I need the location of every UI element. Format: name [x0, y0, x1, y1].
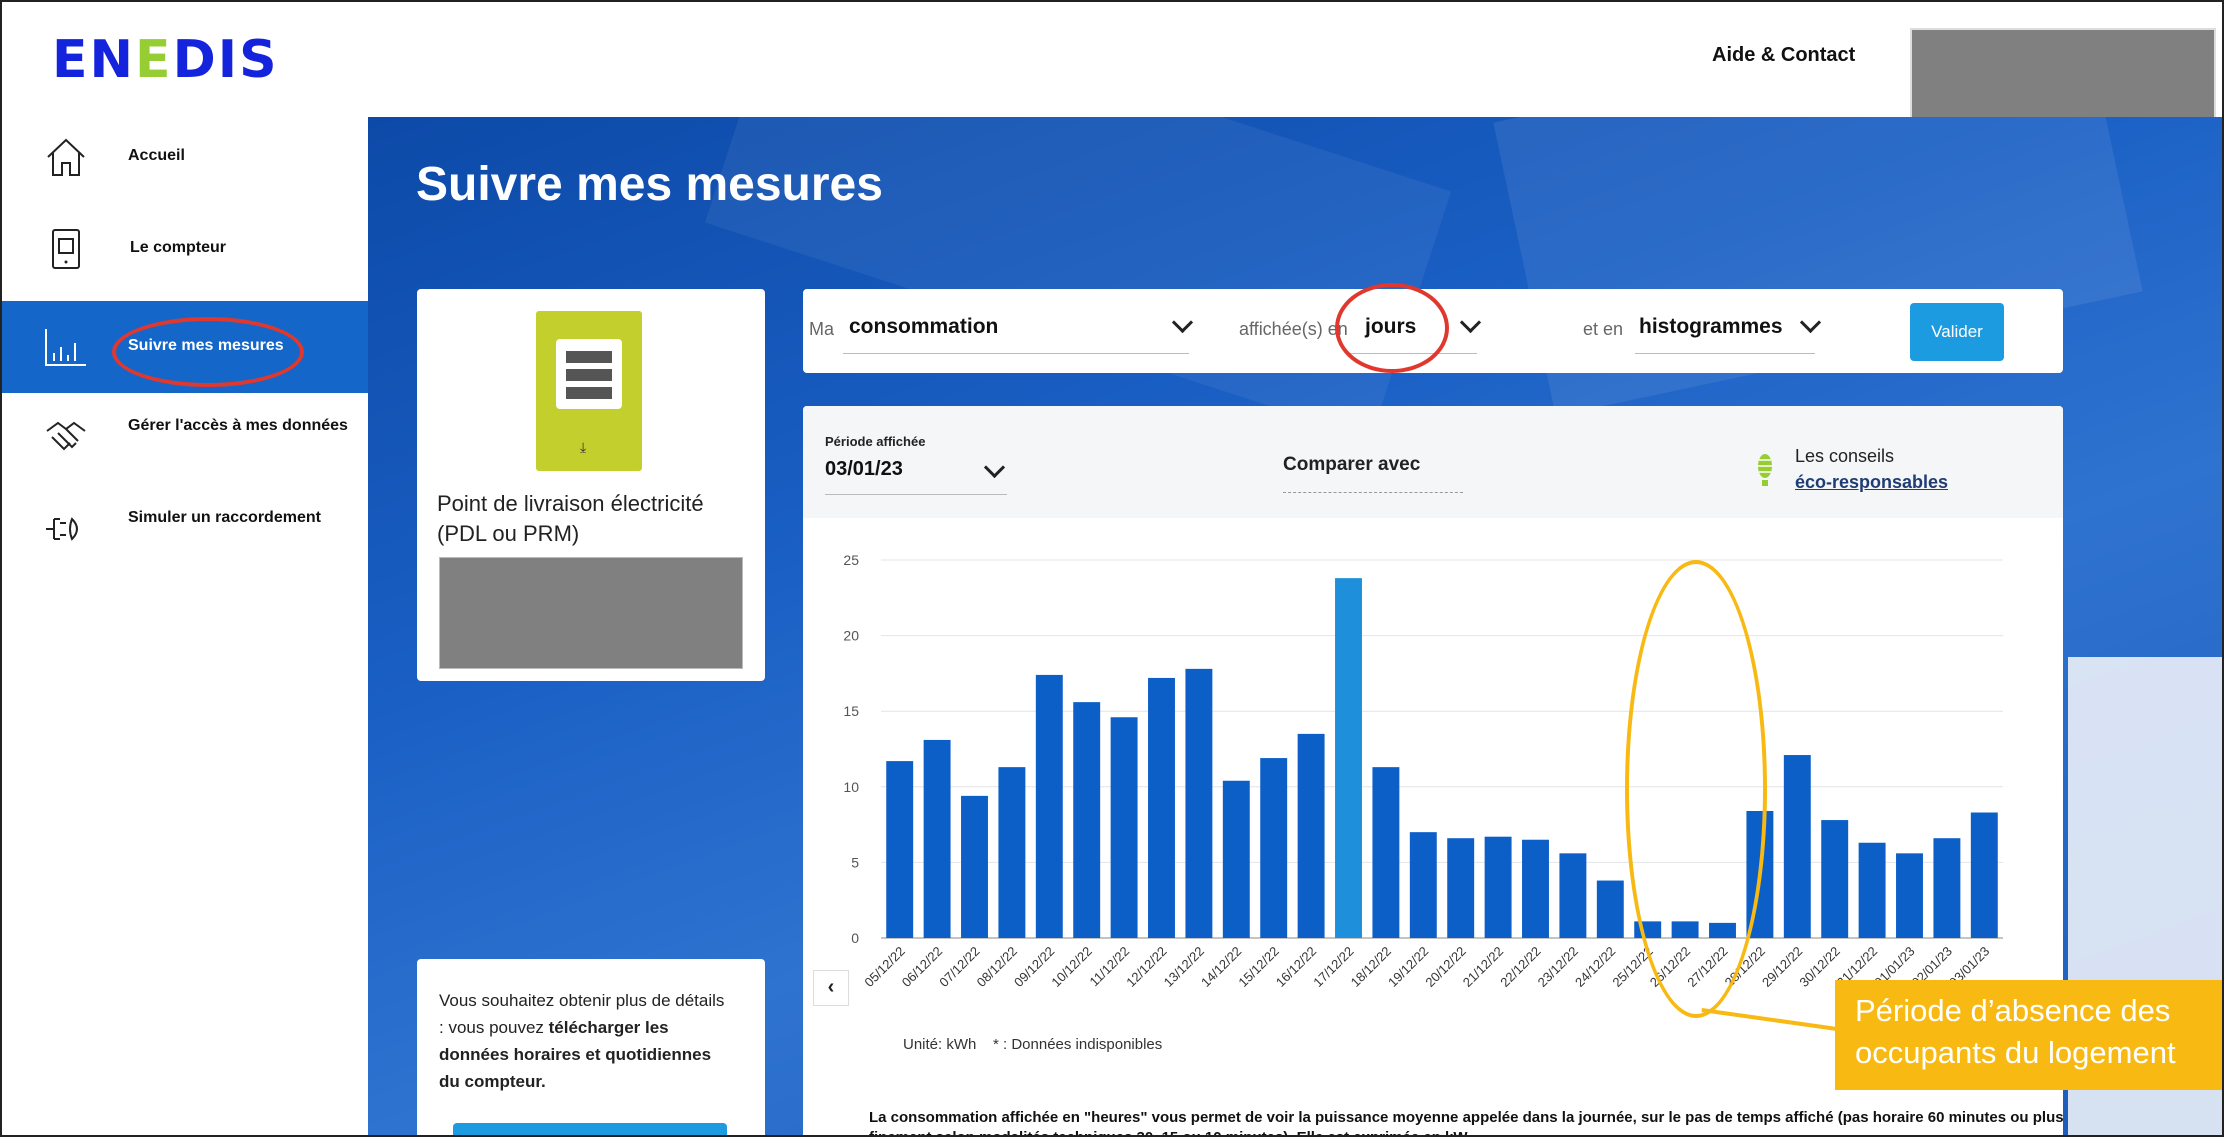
logo-part-right: DIS [172, 30, 279, 90]
sidebar-item-label: Le compteur [130, 239, 227, 256]
chart-bar[interactable] [1409, 832, 1437, 938]
chevron-down-icon[interactable] [983, 456, 1006, 479]
download-info-card: Vous souhaitez obtenir plus de détails :… [417, 959, 765, 1135]
chart-bar[interactable] [1559, 853, 1587, 938]
validate-button[interactable]: Valider [1910, 303, 2004, 361]
pdl-label: Point de livraison électricité (PDL ou P… [437, 491, 704, 546]
chart-bar[interactable] [1073, 702, 1101, 938]
no-data-note: * : Données indisponibles [993, 1036, 1163, 1053]
plug-icon [46, 517, 78, 541]
chart-bar[interactable] [1783, 755, 1811, 938]
meter-screen-bar [566, 369, 612, 381]
sidebar-item-label: Accueil [128, 147, 185, 164]
chart-bar[interactable] [1896, 853, 1923, 938]
sidebar-item-raccordement[interactable]: Simuler un raccordement [2, 489, 368, 569]
page-title: Suivre mes mesures [416, 158, 883, 211]
download-button[interactable] [453, 1123, 727, 1135]
metric-select-value[interactable]: consommation [849, 315, 998, 339]
conseils-label: Les conseils [1795, 446, 1895, 466]
enedis-logo[interactable]: ENEDIS [52, 30, 279, 90]
meter-screen [556, 339, 622, 409]
chart-bar[interactable] [1933, 838, 1961, 938]
chart-bar[interactable] [1372, 767, 1400, 938]
chevron-down-icon[interactable] [1171, 311, 1194, 334]
logo-part-left: EN [52, 30, 136, 90]
metric-select-underline [843, 353, 1189, 354]
red-annotation-ellipse-jours [1335, 283, 1449, 373]
sidebar-item-compteur[interactable]: Le compteur [2, 209, 368, 289]
meter-screen-bar [566, 351, 612, 363]
chevron-down-icon[interactable] [1459, 311, 1482, 334]
chart-bar[interactable] [1596, 880, 1624, 938]
chart-bar[interactable] [1447, 838, 1475, 938]
pdl-card: ⤓ Point de livraison électricité (PDL ou… [417, 289, 765, 681]
eten-label: et en [1583, 319, 1624, 339]
home-icon [47, 138, 85, 176]
chevron-down-icon[interactable] [1799, 311, 1822, 334]
chart-bar[interactable] [1858, 842, 1886, 938]
chart-kind-select-underline [1635, 353, 1815, 354]
unit-note: Unité: kWh [903, 1036, 977, 1053]
bar-chart-icon [45, 329, 86, 366]
periode-label: Période affichée [825, 434, 926, 449]
y-tick-label: 0 [851, 930, 859, 946]
chart-bar[interactable] [998, 767, 1026, 938]
top-header: ENEDIS Aide & Contact [2, 2, 2222, 132]
chart-bar[interactable] [1185, 668, 1213, 938]
consumption-bar-chart: 051015202505/12/2206/12/2207/12/2208/12/… [843, 552, 2003, 988]
chart-bar[interactable] [961, 795, 988, 938]
handshake-icon [46, 421, 86, 451]
previous-period-button[interactable]: ‹ [813, 970, 849, 1006]
meter-screen-bar [566, 387, 612, 399]
chart-bar[interactable] [1110, 717, 1138, 938]
download-icon: ⤓ [580, 439, 587, 455]
compare-select-underline [1283, 492, 1463, 493]
chart-bar[interactable] [1335, 578, 1362, 938]
chart-bar[interactable] [1821, 820, 1849, 938]
red-annotation-ellipse-nav [112, 317, 304, 387]
chart-bar[interactable] [923, 739, 951, 938]
absence-callout: Période d’absence des occupants du logem… [1835, 980, 2222, 1090]
y-tick-label: 20 [843, 628, 859, 644]
periode-select-value[interactable]: 03/01/23 [825, 458, 903, 481]
chart-bar[interactable] [1970, 812, 1998, 938]
ma-label: Ma [809, 319, 835, 339]
sidebar-item-label: Simuler un raccordement [128, 509, 321, 526]
lightbulb-icon [1758, 454, 1772, 486]
y-tick-label: 15 [843, 703, 859, 719]
chart-bar[interactable] [1484, 836, 1512, 938]
eco-conseils-link[interactable]: éco-responsables [1795, 472, 1948, 493]
meter-illustration: ⤓ [536, 311, 642, 471]
chart-bar[interactable] [1222, 780, 1250, 938]
compare-select[interactable]: Comparer avec [1283, 454, 1420, 476]
chart-bar[interactable] [1260, 758, 1288, 938]
pdl-redacted-box [439, 557, 743, 669]
help-contact-link[interactable]: Aide & Contact [1712, 44, 1855, 67]
periode-select-underline [825, 494, 1007, 495]
chart-bar[interactable] [886, 761, 914, 938]
sidebar-item-label: Gérer l'accès à mes données [128, 417, 348, 434]
sidebar-nav: Accueil Le compteur Suivre mes mesures G… [2, 117, 368, 1135]
chart-bar[interactable] [1148, 677, 1175, 938]
consumption-description: La consommation affichée en "heures" vou… [869, 1109, 2064, 1135]
y-tick-label: 5 [851, 854, 859, 870]
y-tick-label: 25 [843, 552, 859, 568]
chart-bar[interactable] [1522, 839, 1549, 938]
yellow-annotation-ellipse [1625, 560, 1767, 1018]
sidebar-item-acces-donnees[interactable]: Gérer l'accès à mes données [2, 397, 368, 477]
chart-card-header: Période affichée 03/01/23 Comparer avec … [803, 406, 2063, 518]
meter-icon [52, 229, 80, 269]
screenshot-frame: ENEDIS Aide & Contact Accueil Le compteu… [0, 0, 2224, 1137]
chart-bar[interactable] [1297, 733, 1325, 938]
chart-kind-select-value[interactable]: histogrammes [1639, 315, 1783, 339]
chart-bar[interactable] [1035, 674, 1063, 938]
controls-bar: Ma consommation affichée(s) en jours et … [803, 283, 2063, 373]
download-info-text: Vous souhaitez obtenir plus de détails :… [439, 987, 729, 1095]
affichees-label: affichée(s) en [1239, 319, 1348, 339]
sidebar-item-accueil[interactable]: Accueil [2, 117, 368, 197]
y-tick-label: 10 [843, 779, 859, 795]
logo-part-mid: E [135, 30, 173, 90]
